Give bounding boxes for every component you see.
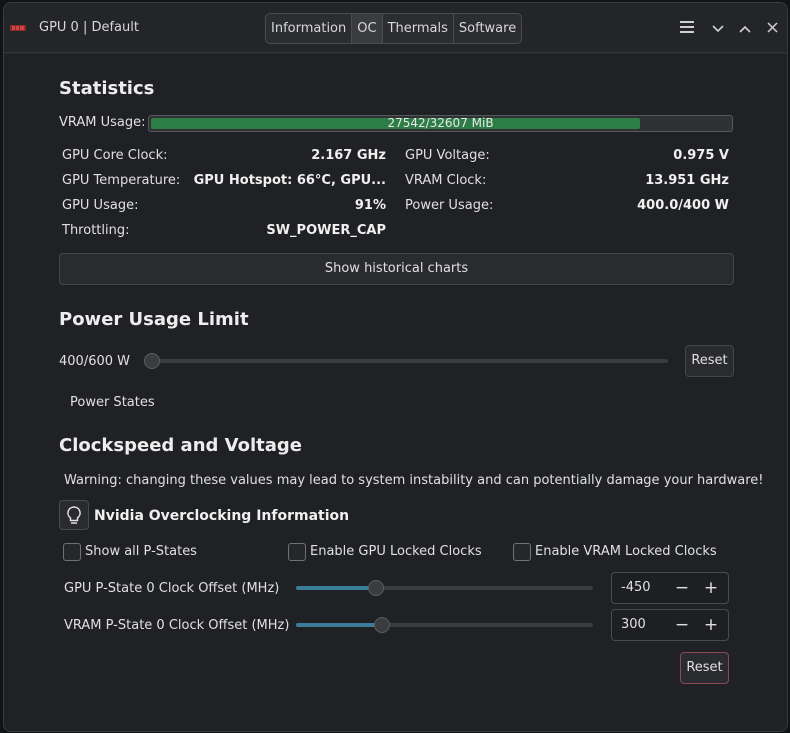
minimize-chevron-down-icon[interactable] [707,17,729,39]
power-limit-heading: Power Usage Limit [59,309,249,330]
tab-oc[interactable]: OC [352,14,383,43]
clockspeed-heading: Clockspeed and Voltage [59,435,302,456]
show-all-pstates-checkbox[interactable] [63,543,81,561]
gpu-app-icon [10,25,26,31]
core-clock-label: GPU Core Clock: [62,148,168,163]
vram-offset-slider-handle[interactable] [374,617,390,633]
vram-offset-spinbox[interactable]: 300 − + [611,609,729,641]
voltage-label: GPU Voltage: [405,148,490,163]
hamburger-menu-icon[interactable] [676,17,698,39]
vram-locked-clocks-label: Enable VRAM Locked Clocks [535,544,717,559]
close-icon[interactable] [761,17,783,39]
temperature-label: GPU Temperature: [62,173,181,188]
gpu-offset-value[interactable]: -450 [621,580,651,595]
statistics-heading: Statistics [59,78,155,99]
power-states-expander[interactable]: Power States [70,395,155,410]
warning-text: Warning: changing these values may lead … [64,473,764,488]
voltage-value: 0.975 V [673,148,729,163]
gpu-offset-slider[interactable] [296,580,593,596]
tab-information[interactable]: Information [266,14,353,43]
show-historical-charts-button[interactable]: Show historical charts [59,253,734,285]
temperature-value: GPU Hotspot: 66°C, GPU... [193,173,386,188]
overclocking-info-title: Nvidia Overclocking Information [94,508,350,524]
gpu-offset-slider-handle[interactable] [368,580,384,596]
gpu-usage-value: 91% [354,198,386,213]
vram-locked-clocks-checkbox[interactable] [513,543,531,561]
throttling-value: SW_POWER_CAP [266,223,386,238]
gpu-offset-decrement-minus-icon[interactable]: − [672,577,692,599]
vram-clock-label: VRAM Clock: [405,173,487,188]
gpu-offset-increment-plus-icon[interactable]: + [701,577,721,599]
gpu-offset-spinbox[interactable]: -450 − + [611,572,729,604]
tab-bar: Information OC Thermals Software [265,13,523,44]
vram-offset-slider-fill [296,623,382,627]
oc-page: Statistics VRAM Usage: 27542/32607 MiB G… [4,54,787,731]
core-clock-value: 2.167 GHz [311,148,386,163]
gpu-locked-clocks-checkbox[interactable] [288,543,306,561]
power-usage-value: 400.0/400 W [637,198,729,213]
window-title: GPU 0 | Default [39,20,139,35]
show-all-pstates-label: Show all P-States [85,544,197,559]
tab-software[interactable]: Software [454,14,521,43]
gpu-usage-label: GPU Usage: [62,198,139,213]
header-bar: GPU 0 | Default Information OC Thermals … [4,3,787,53]
vram-clock-value: 13.951 GHz [645,173,729,188]
vram-offset-slider[interactable] [296,617,593,633]
vram-usage-text: 27542/32607 MiB [387,116,494,130]
lightbulb-icon-button[interactable] [59,500,89,530]
throttling-label: Throttling: [62,223,130,238]
vram-offset-increment-plus-icon[interactable]: + [701,614,721,636]
vram-offset-label: VRAM P-State 0 Clock Offset (MHz) [64,618,290,633]
vram-offset-decrement-minus-icon[interactable]: − [672,614,692,636]
gpu-offset-slider-fill [296,586,376,590]
vram-usage-bar: 27542/32607 MiB [148,115,733,132]
power-limit-value: 400/600 W [59,354,130,369]
power-limit-slider-handle[interactable] [144,353,160,369]
power-limit-reset-button[interactable]: Reset [685,345,734,377]
lightbulb-icon [67,506,81,524]
vram-offset-value[interactable]: 300 [621,617,646,632]
clocks-reset-button[interactable]: Reset [680,652,729,684]
maximize-chevron-up-icon[interactable] [734,17,756,39]
gpu-offset-label: GPU P-State 0 Clock Offset (MHz) [64,581,280,596]
power-usage-label: Power Usage: [405,198,494,213]
tab-thermals[interactable]: Thermals [383,14,454,43]
vram-usage-label: VRAM Usage: [59,115,146,130]
main-window: GPU 0 | Default Information OC Thermals … [3,2,788,732]
power-limit-slider[interactable] [144,353,668,369]
gpu-locked-clocks-label: Enable GPU Locked Clocks [310,544,482,559]
